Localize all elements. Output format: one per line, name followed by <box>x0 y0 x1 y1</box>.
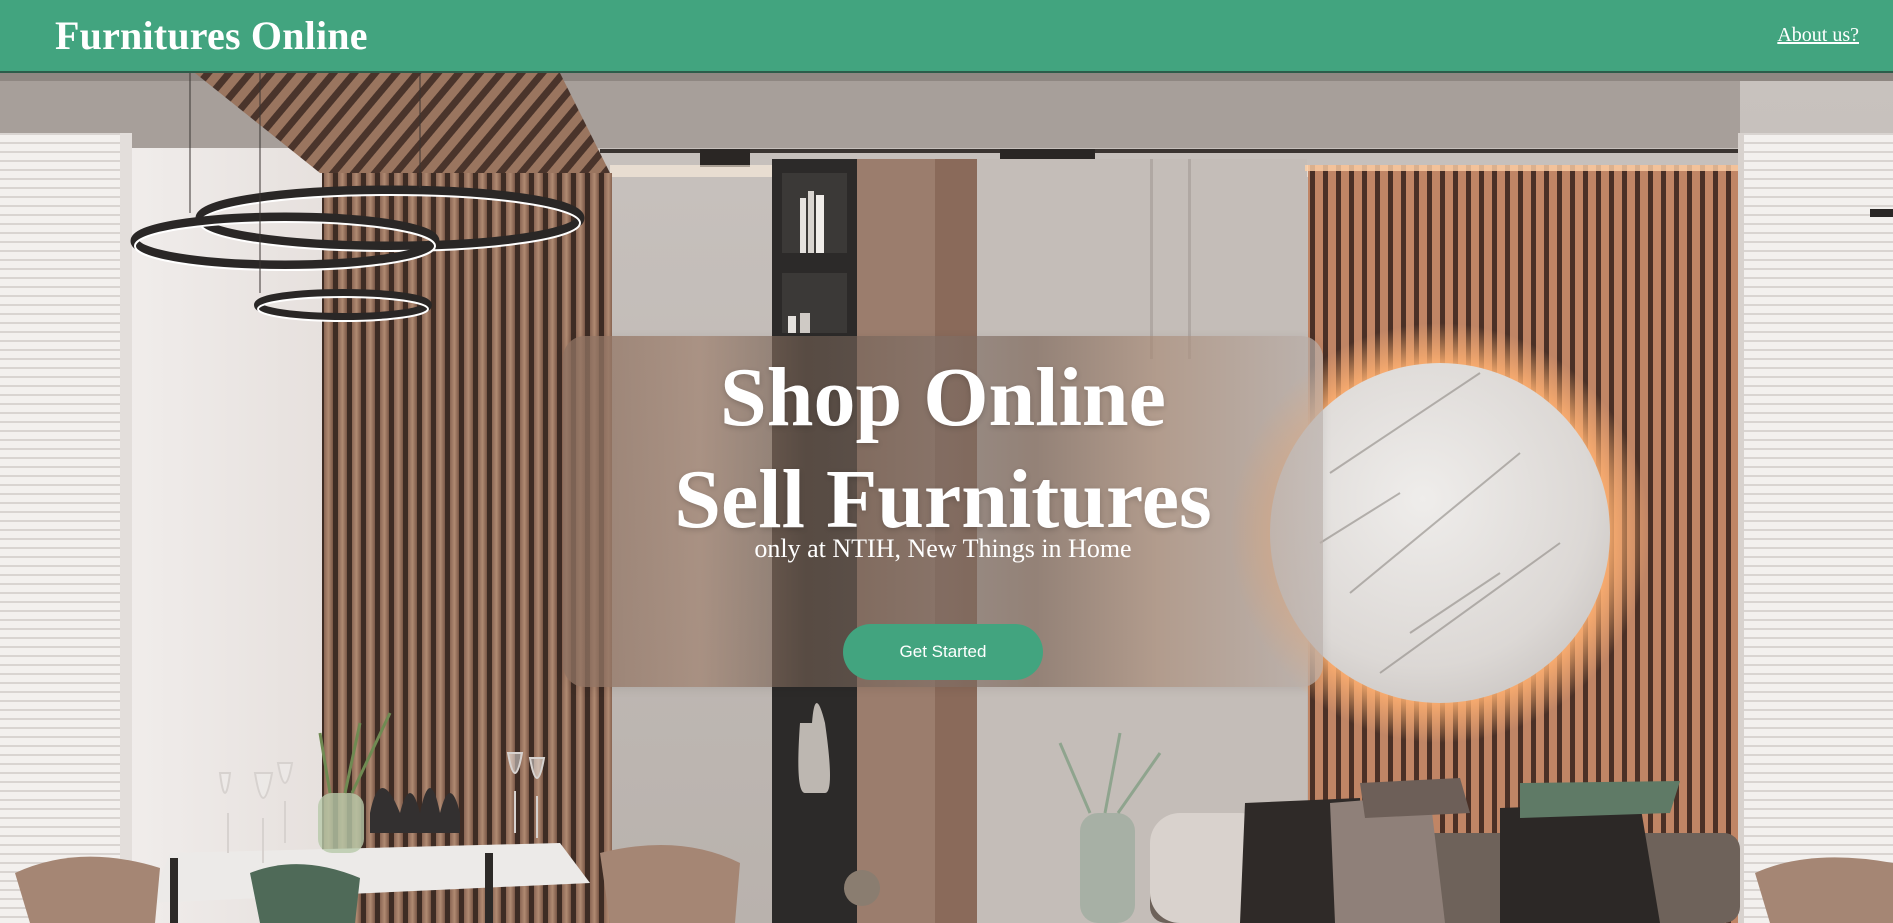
hero-section: Shop Online Sell Furnitures only at NTIH… <box>0 73 1893 923</box>
hero-card: Shop Online Sell Furnitures only at NTIH… <box>563 336 1323 687</box>
brand-logo[interactable]: Furnitures Online <box>55 12 368 59</box>
hero-title-line1: Shop Online <box>720 351 1166 444</box>
hero-title-line2: Sell Furnitures <box>674 453 1212 546</box>
about-us-link[interactable]: About us? <box>1777 24 1859 47</box>
hero-subtitle: only at NTIH, New Things in Home <box>754 534 1132 563</box>
get-started-button[interactable]: Get Started <box>843 624 1043 680</box>
site-header: Furnitures Online About us? <box>0 0 1893 73</box>
